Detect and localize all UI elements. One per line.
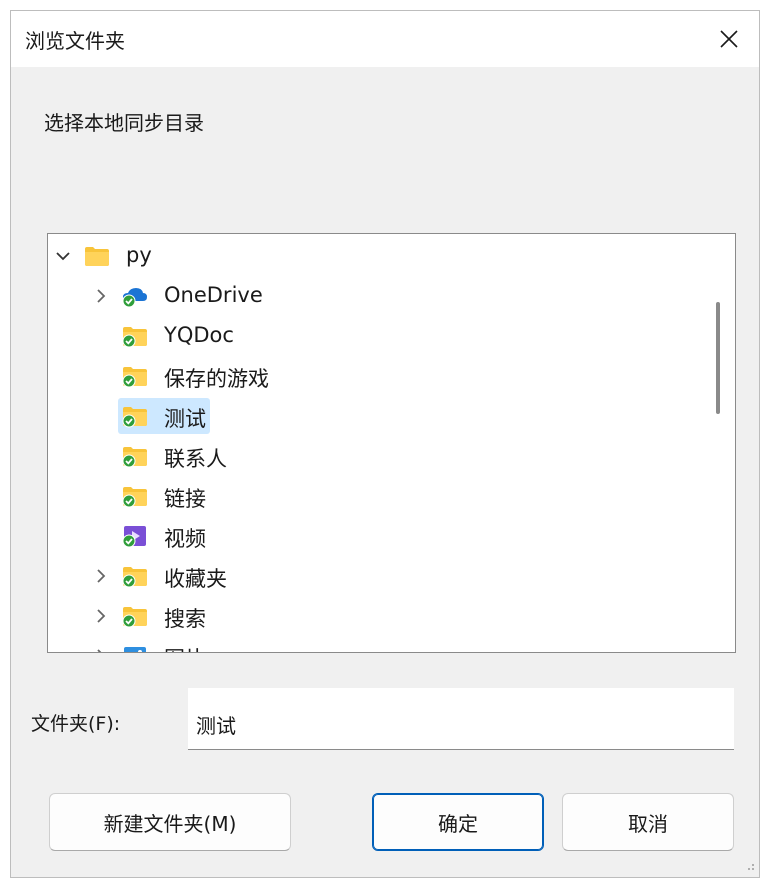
synced-folder-icon — [122, 604, 148, 628]
tree-item[interactable]: 链接 — [48, 478, 701, 514]
ok-button-label: 确定 — [438, 811, 478, 836]
synced-folder-icon — [122, 444, 148, 468]
dialog-title: 浏览文件夹 — [25, 29, 125, 53]
chevron-right-icon[interactable] — [92, 607, 110, 625]
folder-icon — [84, 244, 110, 268]
folder-tree[interactable]: py OneDrive YQDoc 保存的游戏测试联系人链接视频收藏夹搜索图片 — [47, 233, 736, 653]
chevron-right-icon[interactable] — [92, 287, 110, 305]
chevron-right-icon[interactable] — [92, 567, 110, 585]
tree-item-label: py — [126, 243, 152, 267]
tree-scrollbar[interactable] — [701, 234, 735, 652]
new-folder-button-label: 新建文件夹(M) — [103, 811, 237, 836]
tree-item-label: YQDoc — [164, 323, 234, 347]
close-icon — [720, 30, 738, 48]
synced-folder-icon — [122, 484, 148, 508]
tree-item[interactable]: 保存的游戏 — [48, 358, 701, 394]
tree-item-label: 收藏夹 — [164, 567, 227, 591]
dialog-prompt: 选择本地同步目录 — [44, 111, 204, 135]
browse-folder-dialog: 浏览文件夹 选择本地同步目录 py OneDrive YQDoc 保存的游戏测试联系人… — [10, 10, 760, 878]
tree-item[interactable]: OneDrive — [48, 278, 701, 314]
synced-folder-icon — [122, 564, 148, 588]
synced-video-folder-icon — [122, 524, 148, 548]
tree-item[interactable]: YQDoc — [48, 318, 701, 354]
chevron-down-icon[interactable] — [54, 247, 72, 265]
tree-item-label: 搜索 — [164, 607, 206, 631]
ok-button[interactable]: 确定 — [372, 793, 544, 851]
close-button[interactable] — [699, 11, 759, 67]
synced-folder-icon — [122, 324, 148, 348]
synced-folder-icon — [122, 404, 148, 428]
tree-item-label: 视频 — [164, 527, 206, 551]
synced-pictures-folder-icon — [122, 644, 148, 652]
cancel-button[interactable]: 取消 — [562, 793, 734, 851]
folder-field-label-text: 文件夹(F): — [31, 713, 121, 735]
onedrive-cloud-icon — [122, 284, 148, 308]
tree-item[interactable]: 视频 — [48, 518, 701, 554]
folder-name-input[interactable] — [188, 688, 734, 750]
tree-item-label: 联系人 — [164, 447, 227, 471]
tree-item[interactable]: py — [48, 238, 701, 274]
folder-field-label: 文件夹(F): — [31, 709, 120, 736]
tree-item[interactable]: 收藏夹 — [48, 558, 701, 594]
tree-item[interactable]: 联系人 — [48, 438, 701, 474]
scrollbar-thumb[interactable] — [716, 302, 720, 414]
tree-item-label: OneDrive — [164, 283, 263, 307]
cancel-button-label: 取消 — [628, 811, 668, 836]
chevron-right-icon[interactable] — [92, 647, 110, 652]
tree-item-label: 链接 — [164, 487, 206, 511]
new-folder-button[interactable]: 新建文件夹(M) — [49, 793, 291, 851]
tree-item-label: 图片 — [164, 643, 206, 652]
tree-item-label: 保存的游戏 — [164, 367, 269, 391]
folder-tree-items: py OneDrive YQDoc 保存的游戏测试联系人链接视频收藏夹搜索图片 — [48, 234, 701, 652]
tree-item[interactable]: 测试 — [48, 398, 701, 434]
tree-item[interactable]: 搜索 — [48, 598, 701, 634]
tree-item[interactable]: 图片 — [48, 638, 701, 652]
synced-folder-icon — [122, 364, 148, 388]
tree-item-label: 测试 — [164, 407, 206, 431]
resize-grip-icon[interactable] — [745, 863, 755, 873]
title-bar: 浏览文件夹 — [11, 11, 759, 67]
